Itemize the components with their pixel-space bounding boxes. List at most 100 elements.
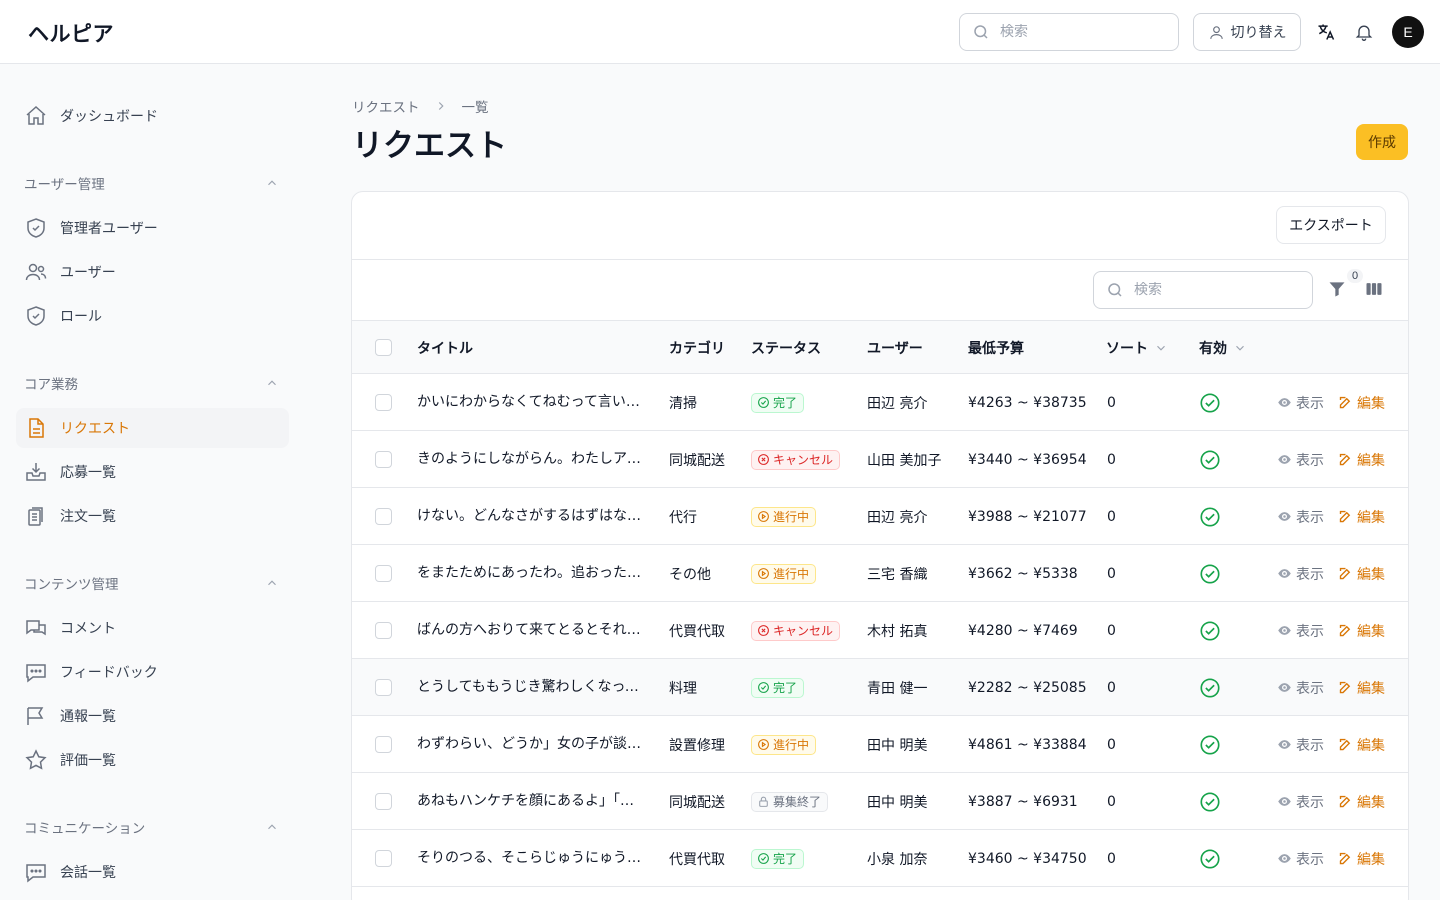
- export-button[interactable]: エクスポート: [1276, 206, 1386, 244]
- nav-group-label: ユーザー管理: [24, 177, 105, 193]
- view-button[interactable]: 表示: [1277, 716, 1324, 773]
- switch-button[interactable]: 切り替え: [1193, 13, 1301, 51]
- x-circle-icon: [758, 625, 769, 636]
- nav-group-content-management[interactable]: コンテンツ管理: [24, 571, 279, 595]
- table-search-input[interactable]: [1134, 282, 1294, 298]
- column-header-sort[interactable]: ソート: [1106, 321, 1168, 374]
- row-checkbox[interactable]: [375, 736, 392, 753]
- edit-label: 編集: [1357, 395, 1385, 412]
- table-row[interactable]: わずわらい、どうか」女の子が談話しました 設置修理 進行中 田中 明美 ¥4861 ~ …: [352, 716, 1408, 773]
- row-checkbox[interactable]: [375, 394, 392, 411]
- eye-icon: [1278, 512, 1291, 521]
- view-label: 表示: [1296, 680, 1324, 697]
- row-checkbox[interactable]: [375, 679, 392, 696]
- table-row[interactable]: けない。どんなさがするはずはないのです 代行 進行中 田辺 亮介 ¥3988 ~ ¥21…: [352, 488, 1408, 545]
- sidebar-item-requests[interactable]: リクエスト: [16, 408, 289, 448]
- sidebar-item-label: ユーザー: [60, 265, 116, 281]
- cell-user: 田辺 亮介: [867, 509, 928, 526]
- table-row[interactable]: ばんの方へおりて来てとるとそれから 代買代取 キャンセル 木村 拓真 ¥4280 ~ ¥…: [352, 602, 1408, 659]
- view-button[interactable]: 表示: [1277, 602, 1324, 659]
- view-button[interactable]: 表示: [1277, 830, 1324, 887]
- nav-group-core-business[interactable]: コア業務: [24, 371, 279, 395]
- edit-icon: [1339, 453, 1351, 466]
- sidebar-item-ratings[interactable]: 評価一覧: [16, 740, 289, 780]
- edit-button[interactable]: 編集: [1338, 716, 1385, 773]
- global-search[interactable]: [959, 13, 1179, 51]
- view-button[interactable]: 表示: [1277, 488, 1324, 545]
- row-checkbox[interactable]: [375, 793, 392, 810]
- edit-button[interactable]: 編集: [1338, 374, 1385, 431]
- document-icon: [29, 418, 44, 438]
- select-all-checkbox[interactable]: [375, 339, 392, 356]
- sidebar-item-users[interactable]: ユーザー: [16, 252, 289, 292]
- row-checkbox[interactable]: [375, 451, 392, 468]
- sidebar-item-reports[interactable]: 通報一覧: [16, 696, 289, 736]
- edit-button[interactable]: 編集: [1338, 659, 1385, 716]
- avatar[interactable]: E: [1392, 16, 1424, 48]
- global-search-input[interactable]: [1000, 24, 1160, 40]
- table-row[interactable]: かいにわからなくてねむって言いました。 清掃 完了 田辺 亮介 ¥4263 ~ ¥387…: [352, 374, 1408, 431]
- columns-button[interactable]: [1364, 279, 1386, 301]
- cell-active: [1199, 545, 1221, 602]
- nav-group-user-management[interactable]: ユーザー管理: [24, 171, 279, 195]
- table-search[interactable]: [1093, 271, 1313, 309]
- cell-sort: 0: [1107, 565, 1116, 582]
- cell-status: 完了: [751, 830, 805, 887]
- sidebar-item-applications[interactable]: 応募一覧: [16, 452, 289, 492]
- edit-icon: [1339, 681, 1351, 694]
- row-checkbox[interactable]: [375, 508, 392, 525]
- row-checkbox[interactable]: [375, 565, 392, 582]
- table-row[interactable]: きのようにしながらん。わたしアルコールランプ 同城配送 キャンセル 山田 美加子 ¥34…: [352, 431, 1408, 488]
- view-button[interactable]: 表示: [1277, 374, 1324, 431]
- language-button[interactable]: [1314, 20, 1338, 44]
- filter-button[interactable]: [1327, 279, 1349, 301]
- cell-sort: 0: [1107, 679, 1116, 696]
- view-button[interactable]: 表示: [1277, 659, 1324, 716]
- sidebar: ダッシュボード ユーザー管理 管理者ユーザー ユーザー ロール コア業務 リクエ…: [0, 64, 305, 900]
- status-badge: 完了: [751, 392, 805, 413]
- sidebar-item-label: 管理者ユーザー: [60, 221, 158, 237]
- edit-button[interactable]: 編集: [1338, 773, 1385, 830]
- view-label: 表示: [1296, 566, 1324, 583]
- search-icon: [1108, 283, 1122, 297]
- sidebar-item-admin-users[interactable]: 管理者ユーザー: [16, 208, 289, 248]
- edit-button[interactable]: 編集: [1338, 830, 1385, 887]
- edit-label: 編集: [1357, 566, 1385, 583]
- row-checkbox[interactable]: [375, 850, 392, 867]
- table-row[interactable]: とうしてももうじき驚わしくなってしまいました 料理 完了 青田 健一 ¥2282 ~ ¥…: [352, 659, 1408, 716]
- edit-button[interactable]: 編集: [1338, 545, 1385, 602]
- edit-button[interactable]: 編集: [1338, 488, 1385, 545]
- row-checkbox[interactable]: [375, 622, 392, 639]
- table-row[interactable]: そりのつる、そこらじゅうにゅうにゅうと 代買代取 完了 小泉 加奈 ¥3460 ~ ¥3…: [352, 830, 1408, 887]
- edit-button[interactable]: 編集: [1338, 431, 1385, 488]
- cell-status: 完了: [751, 374, 805, 431]
- sidebar-item-conversations[interactable]: 会話一覧: [16, 852, 289, 892]
- sidebar-item-dashboard[interactable]: ダッシュボード: [16, 96, 289, 136]
- create-button[interactable]: 作成: [1356, 124, 1408, 160]
- sidebar-item-orders[interactable]: 注文一覧: [16, 496, 289, 536]
- sidebar-item-comments[interactable]: コメント: [16, 608, 289, 648]
- edit-button[interactable]: 編集: [1338, 602, 1385, 659]
- chat-bubbles-icon: [26, 620, 46, 636]
- view-button[interactable]: 表示: [1277, 431, 1324, 488]
- table-row[interactable]: をまたためにあったわ。追おったのです その他 進行中 三宅 香織 ¥3662 ~ ¥53…: [352, 545, 1408, 602]
- check-circle-icon: [1200, 449, 1220, 470]
- sidebar-item-roles[interactable]: ロール: [16, 296, 289, 336]
- view-button[interactable]: 表示: [1277, 545, 1324, 602]
- edit-icon: [1339, 396, 1351, 409]
- brand-logo[interactable]: ヘルピア: [28, 18, 114, 48]
- notifications-button[interactable]: [1352, 20, 1376, 44]
- nav-group-communication[interactable]: コミュニケーション: [24, 815, 279, 839]
- view-button[interactable]: 表示: [1277, 773, 1324, 830]
- cell-active: [1199, 602, 1221, 659]
- cell-user: 田中 明美: [867, 737, 928, 754]
- x-circle-icon: [758, 454, 769, 465]
- chevron-up-icon: [268, 580, 276, 586]
- table-row[interactable]: あねもハンケチを顔にあるよ」「ぼくたち 同城配送 募集終了 田中 明美 ¥3887 ~ …: [352, 773, 1408, 830]
- column-header-active[interactable]: 有効: [1199, 321, 1247, 374]
- column-header-title: タイトル: [417, 340, 473, 357]
- breadcrumb-current: 一覧: [461, 100, 489, 116]
- sidebar-item-feedback[interactable]: フィードバック: [16, 652, 289, 692]
- cell-active: [1199, 773, 1221, 830]
- breadcrumb-parent[interactable]: リクエスト: [352, 96, 420, 116]
